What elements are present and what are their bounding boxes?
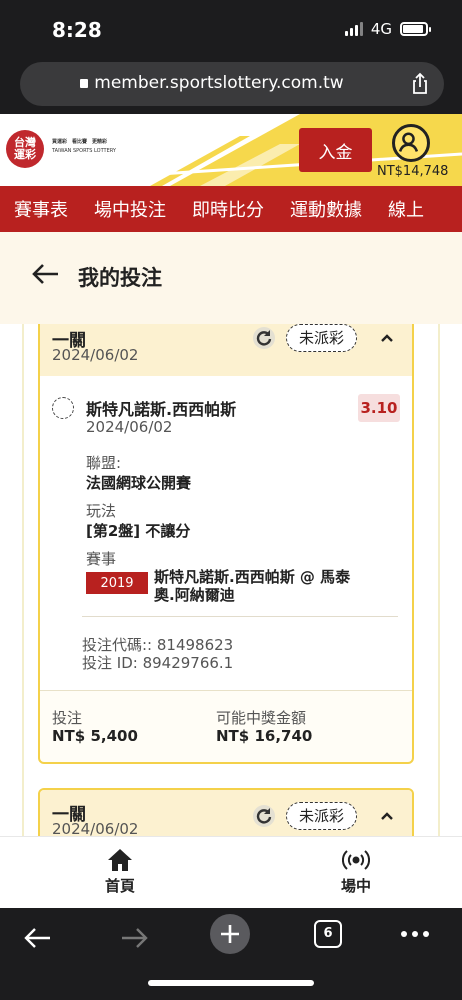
browser-address-area: member.sportslottery.com.tw [0,56,462,114]
nav-home[interactable]: 首頁 [80,847,160,896]
refresh-icon[interactable] [252,326,276,350]
bet-id: 投注 ID: 89429766.1 [82,654,234,672]
event-code-badge: 2019 [86,572,148,594]
league-label: 聯盟: [86,454,122,472]
url-display[interactable]: member.sportslottery.com.tw [20,73,404,93]
main-nav: 賽事表 場中投注 即時比分 運動數據 線上 [0,186,462,232]
back-icon[interactable] [24,926,52,950]
signal-icon [344,22,363,36]
payout-label: 可能中獎金額 [216,709,307,727]
network-label: 4G [370,20,392,38]
market-label: 玩法 [86,502,117,520]
bet-date: 2024/06/02 [52,820,139,836]
back-arrow-icon[interactable] [32,262,60,286]
tabs-button[interactable]: 6 [314,920,342,948]
selection-name: 斯特凡諾斯.西西帕斯 [86,400,237,419]
chevron-up-icon[interactable] [380,332,394,344]
stake-value: NT$ 5,400 [52,727,138,745]
status-icons: 4G [344,20,431,38]
more-icon[interactable] [400,930,430,938]
bet-card: 一關 2024/06/02 未派彩 [38,788,414,836]
forward-icon[interactable] [120,926,148,950]
nav-item-sports-data[interactable]: 運動數據 [276,196,374,222]
nav-item-live-betting[interactable]: 場中投注 [80,196,178,222]
bet-summary: 投注 NT$ 5,400 可能中獎金額 NT$ 16,740 [40,690,412,758]
browser-toolbar: 6 [0,908,462,1000]
status-badge: 未派彩 [286,324,358,352]
logo[interactable]: 台灣 運彩 [6,130,44,168]
user-icon[interactable] [392,124,430,162]
nav-live[interactable]: 場中 [316,847,396,896]
odds-badge: 3.10 [358,394,400,422]
logo-wordmark: 買運彩 看比賽 更精彩 TAIWAN SPORTS LOTTERY [52,139,116,154]
market-value: [第2盤] 不讓分 [86,522,191,540]
clock: 8:28 [52,18,102,42]
detail-divider [82,616,398,617]
live-broadcast-icon [342,850,370,870]
address-bar[interactable]: member.sportslottery.com.tw [20,62,444,106]
share-icon[interactable] [408,72,432,96]
new-tab-button[interactable] [210,914,250,954]
status-bar: 8:28 4G [0,0,462,56]
home-icon [108,849,132,871]
event-label: 賽事 [86,550,117,568]
page-header: 我的投注 [0,232,462,324]
site-header: 台灣 運彩 買運彩 看比賽 更精彩 TAIWAN SPORTS LOTTERY 入… [0,114,462,186]
screen: 8:28 4G member.sportslottery.com.tw 台灣 運彩… [0,0,462,1000]
selection-date: 2024/06/02 [86,418,173,436]
deposit-button[interactable]: 入金 [299,128,372,172]
plus-icon [221,925,239,943]
nav-item-online[interactable]: 線上 [374,196,436,222]
chevron-up-icon[interactable] [380,810,394,822]
selection-indicator-icon [52,397,74,419]
bet-date: 2024/06/02 [52,346,139,364]
bet-card-header[interactable]: 一關 2024/06/02 未派彩 [40,324,412,376]
status-badge: 未派彩 [286,802,358,830]
right-rail [438,324,440,836]
nav-live-label: 場中 [340,877,371,895]
nav-home-label: 首頁 [104,877,135,895]
nav-item-schedule[interactable]: 賽事表 [0,196,80,222]
battery-icon [400,22,431,36]
bet-card-header[interactable]: 一關 2024/06/02 未派彩 [40,790,412,836]
lock-icon [80,79,89,88]
home-indicator[interactable] [148,980,314,986]
page-title: 我的投注 [78,266,162,290]
refresh-icon[interactable] [252,804,276,828]
payout-value: NT$ 16,740 [216,727,313,745]
stake-label: 投注 [52,709,83,727]
nav-item-live-scores[interactable]: 即時比分 [178,196,276,222]
app-bottom-nav: 首頁 場中 [0,836,462,908]
left-rail [22,324,24,836]
event-name: 斯特凡諾斯.西西帕斯 @ 馬泰奧.阿納爾迪 [154,568,351,604]
bets-list: 一關 2024/06/02 未派彩 斯特凡諾斯.西西帕斯 2024/06/02 … [0,324,462,836]
bet-card: 一關 2024/06/02 未派彩 斯特凡諾斯.西西帕斯 2024/06/02 … [38,324,414,764]
balance-display: NT$14,748 [377,164,449,179]
bet-detail: 斯特凡諾斯.西西帕斯 2024/06/02 3.10 聯盟: 法國網球公開賽 玩… [40,376,412,696]
league-value: 法國網球公開賽 [86,474,192,492]
